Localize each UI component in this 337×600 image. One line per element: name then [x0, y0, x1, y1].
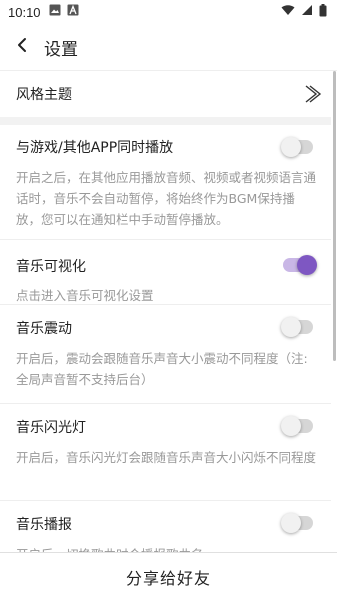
toggle-knob	[281, 137, 301, 157]
settings-list[interactable]: 风格主题 与游戏/其他APP同时播放 开启之后，在其他应用播放音频、视频或者视频…	[0, 71, 331, 552]
app-bar: 设置	[0, 24, 337, 70]
toggle-music-visualization[interactable]	[283, 255, 317, 275]
section-gap	[0, 117, 331, 125]
toggle-music-broadcast[interactable]	[281, 513, 313, 533]
setting-play-with-other-apps: 与游戏/其他APP同时播放 开启之后，在其他应用播放音频、视频或者视频语言通话时…	[0, 125, 331, 240]
setting-music-visualization[interactable]: 音乐可视化 点击进入音乐可视化设置	[0, 240, 331, 305]
toggle-knob	[281, 416, 301, 436]
page-title: 设置	[44, 39, 78, 60]
toggle-knob	[281, 513, 301, 533]
image-icon	[49, 4, 61, 20]
back-arrow-icon	[15, 37, 29, 57]
share-button[interactable]: 分享给好友	[126, 565, 211, 589]
battery-icon	[319, 3, 327, 21]
setting-title: 音乐震动	[16, 321, 72, 337]
setting-description: 开启后，震动会跟随音乐声音大小震动不同程度（注:全局声音暂不支持后台）	[16, 351, 308, 387]
setting-title: 音乐闪光灯	[16, 420, 86, 436]
setting-music-flashlight: 音乐闪光灯 开启后，音乐闪光灯会跟随音乐声音大小闪烁不同程度	[0, 404, 331, 501]
bottom-bar: 分享给好友	[0, 552, 337, 600]
toggle-play-with-other-apps[interactable]	[281, 137, 313, 157]
toggle-music-vibration[interactable]	[281, 317, 313, 337]
setting-title: 与游戏/其他APP同时播放	[16, 140, 174, 156]
setting-description: 点击进入音乐可视化设置	[16, 288, 154, 303]
toggle-music-flashlight[interactable]	[281, 416, 313, 436]
scrollbar[interactable]	[333, 71, 336, 361]
setting-music-vibration: 音乐震动 开启后，震动会跟随音乐声音大小震动不同程度（注:全局声音暂不支持后台）	[0, 305, 331, 404]
setting-title: 音乐播报	[16, 517, 72, 533]
setting-description: 开启后，音乐闪光灯会跟随音乐声音大小闪烁不同程度	[16, 450, 317, 465]
status-bar: 10:10	[0, 0, 337, 24]
a-badge-icon	[67, 4, 79, 20]
wifi-icon	[281, 4, 295, 20]
theme-label: 风格主题	[16, 87, 72, 103]
status-time: 10:10	[8, 4, 41, 20]
setting-description: 开启后，切换歌曲时会播报歌曲名	[16, 544, 316, 552]
toggle-knob	[297, 255, 317, 275]
setting-title: 音乐可视化	[16, 259, 86, 275]
chevron-right-icon	[301, 83, 323, 105]
status-right	[281, 3, 327, 21]
toggle-knob	[281, 317, 301, 337]
back-button[interactable]	[0, 24, 44, 70]
signal-icon	[301, 4, 313, 20]
setting-description: 开启之后，在其他应用播放音频、视频或者视频语言通话时，音乐不会自动暂停，将始终作…	[16, 170, 317, 227]
theme-row[interactable]: 风格主题	[0, 71, 331, 117]
setting-music-broadcast: 音乐播报 开启后，切换歌曲时会播报歌曲名	[0, 501, 331, 552]
